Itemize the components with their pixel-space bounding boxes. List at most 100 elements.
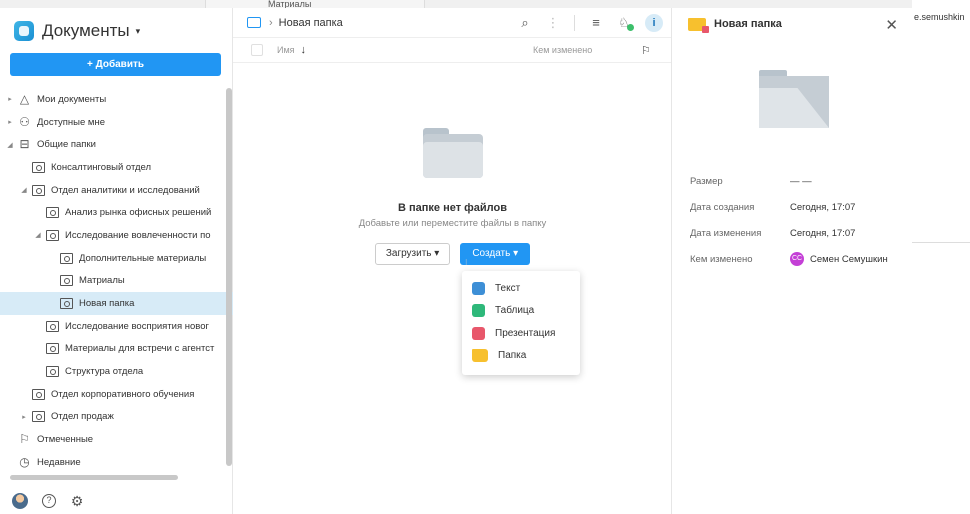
- info-property-value: Сегодня, 17:07: [790, 202, 855, 213]
- sidebar-item[interactable]: ▸ ⚇ Доступные мне: [0, 111, 233, 134]
- info-panel: Новая папка ✕ Размер — — Дата создания Сего…: [672, 8, 912, 514]
- sidebar-item[interactable]: Дополнительные материалы: [0, 247, 233, 270]
- sidebar-item-label: Исследование вовлеченности по: [65, 229, 211, 241]
- background-divider: [912, 242, 970, 243]
- sidebar-item-label: Матриалы: [79, 275, 125, 287]
- text-doc-icon: [472, 281, 485, 295]
- chevron-right-icon[interactable]: ▸: [6, 118, 14, 126]
- chevron-down-icon: ▾: [135, 25, 141, 36]
- create-menu: Текст Таблица Презентация Папка: [462, 271, 580, 375]
- notifications-icon[interactable]: ♘: [617, 16, 634, 31]
- folder-doc-icon: [472, 349, 488, 363]
- file-list-panel: › Новая папка ⌕ ⋮ ≡ ♘ i Имя ↓ Кем изменено…: [233, 8, 672, 514]
- sidebar-item[interactable]: Исследование восприятия новог: [0, 315, 233, 338]
- info-property-value: Сегодня, 17:07: [790, 228, 855, 239]
- chevron-down-icon: ▾: [434, 248, 440, 259]
- sidebar-vertical-scrollbar[interactable]: [226, 88, 232, 466]
- column-modified[interactable]: Кем изменено: [533, 45, 592, 55]
- info-header: Новая папка ✕: [672, 8, 912, 40]
- info-icon[interactable]: i: [645, 14, 663, 32]
- chevron-down-icon[interactable]: ◢: [34, 231, 42, 239]
- settings-gear-icon[interactable]: ⚙: [70, 494, 84, 508]
- create-menu-item-label: Презентация: [495, 327, 556, 339]
- create-menu-item-label: Текст: [495, 282, 521, 294]
- breadcrumb: › Новая папка: [269, 17, 343, 29]
- sidebar-item-label: Анализ рынка офисных решений: [65, 207, 212, 219]
- chevron-down-icon: ▾: [513, 248, 519, 259]
- empty-subtitle: Добавьте или переместите файлы в папку: [358, 218, 547, 229]
- clock-icon: ◷: [19, 454, 30, 469]
- column-name[interactable]: Имя ↓: [277, 44, 306, 56]
- empty-title: В папке нет файлов: [398, 202, 507, 214]
- more-vertical-icon[interactable]: ⋮: [546, 16, 560, 30]
- chevron-right-icon[interactable]: ▸: [20, 413, 28, 421]
- sidebar-item[interactable]: Отдел корпоративного обучения: [0, 383, 233, 406]
- sidebar-item-label: Мои документы: [37, 93, 107, 105]
- header-toolbar: ⌕ ⋮ ≡ ♘ i: [518, 14, 663, 32]
- close-icon[interactable]: ✕: [885, 16, 898, 34]
- create-menu-item-folder[interactable]: Папка: [462, 345, 580, 368]
- info-folder-preview-icon: [759, 70, 829, 128]
- app-switcher[interactable]: Документы ▾: [0, 8, 232, 44]
- documents-window: Документы ▾ + Добавить ▸ △ Мои документы ▸ ⚇…: [0, 8, 912, 514]
- chevron-down-icon[interactable]: ◢: [6, 141, 14, 149]
- sidebar-item[interactable]: Новая папка: [0, 292, 233, 315]
- sidebar-item[interactable]: ▸ Отдел продаж: [0, 406, 233, 429]
- sidebar-item[interactable]: ◷ Недавние: [0, 451, 233, 474]
- sidebar-item[interactable]: ◢ Отдел аналитики и исследований: [0, 179, 233, 202]
- search-icon[interactable]: ⌕: [518, 16, 532, 30]
- sidebar-item[interactable]: Матриалы: [0, 270, 233, 293]
- folder-icon: [247, 17, 261, 28]
- create-menu-item-text[interactable]: Текст: [462, 277, 580, 300]
- sidebar-item-label: Новая папка: [79, 298, 135, 310]
- sort-arrow-icon: ↓: [300, 44, 307, 56]
- upload-button[interactable]: Загрузить ▾: [374, 243, 451, 265]
- create-menu-item-table[interactable]: Таблица: [462, 300, 580, 323]
- sidebar-item-label: Исследование восприятия новог: [65, 320, 209, 332]
- sidebar-item-label: Материалы для встречи с агентст: [65, 343, 215, 355]
- help-icon[interactable]: ?: [42, 493, 56, 508]
- chevron-down-icon[interactable]: ◢: [20, 186, 28, 194]
- sidebar-item-label: Отдел продаж: [51, 411, 114, 423]
- room-folder-icon: [32, 161, 45, 173]
- sidebar-item-label: Консалтинговый отдел: [51, 161, 152, 173]
- room-folder-icon: [32, 411, 45, 423]
- info-property-key: Дата создания: [690, 201, 755, 213]
- room-folder-icon: [46, 343, 59, 355]
- panel-resize-handle[interactable]: ⁝: [465, 258, 468, 270]
- info-property-value: — —: [790, 176, 812, 187]
- pres-doc-icon: [472, 326, 485, 340]
- user-avatar: СС: [790, 252, 804, 266]
- main-header: › Новая папка ⌕ ⋮ ≡ ♘ i: [233, 8, 671, 38]
- chevron-right-icon[interactable]: ▸: [6, 95, 14, 103]
- sort-list-icon[interactable]: ≡: [589, 16, 603, 30]
- add-button[interactable]: + Добавить: [10, 53, 221, 76]
- user-avatar[interactable]: [12, 492, 28, 509]
- sidebar-item[interactable]: ⚐ Отмеченные: [0, 428, 233, 451]
- sidebar-item[interactable]: Консалтинговый отдел: [0, 156, 233, 179]
- sidebar-horizontal-scrollbar[interactable]: [10, 475, 178, 480]
- flag-icon: ⚐: [19, 432, 30, 447]
- room-folder-icon: [46, 229, 59, 241]
- info-property-row: Кем изменено СС Семен Семушкин: [690, 246, 905, 272]
- sidebar-item-label: Дополнительные материалы: [79, 252, 207, 264]
- upload-button-label: Загрузить: [385, 248, 432, 259]
- sidebar-item-label: Структура отдела: [65, 366, 144, 378]
- info-property-key: Размер: [690, 175, 723, 187]
- sidebar-item[interactable]: ◢ ⊟ Общие папки: [0, 133, 233, 156]
- app-title: Документы: [42, 21, 130, 40]
- sidebar-item[interactable]: Структура отдела: [0, 360, 233, 383]
- documents-logo-icon: [14, 21, 34, 41]
- sidebar-item[interactable]: ▸ △ Мои документы: [0, 88, 233, 111]
- create-menu-item-pres[interactable]: Презентация: [462, 322, 580, 345]
- info-property-row: Дата создания Сегодня, 17:07: [690, 194, 905, 220]
- column-header: Имя ↓ Кем изменено ⚐: [233, 38, 671, 63]
- flag-column-icon[interactable]: ⚐: [641, 44, 651, 57]
- sidebar-item-label: Отмеченные: [37, 434, 94, 446]
- sidebar-item[interactable]: ◢ Исследование вовлеченности по: [0, 224, 233, 247]
- create-button[interactable]: Создать ▾: [460, 243, 531, 265]
- sidebar-item[interactable]: Материалы для встречи с агентст: [0, 338, 233, 361]
- select-all-checkbox[interactable]: [251, 44, 263, 56]
- sidebar-item[interactable]: Анализ рынка офисных решений: [0, 201, 233, 224]
- room-folder-icon: [46, 320, 59, 332]
